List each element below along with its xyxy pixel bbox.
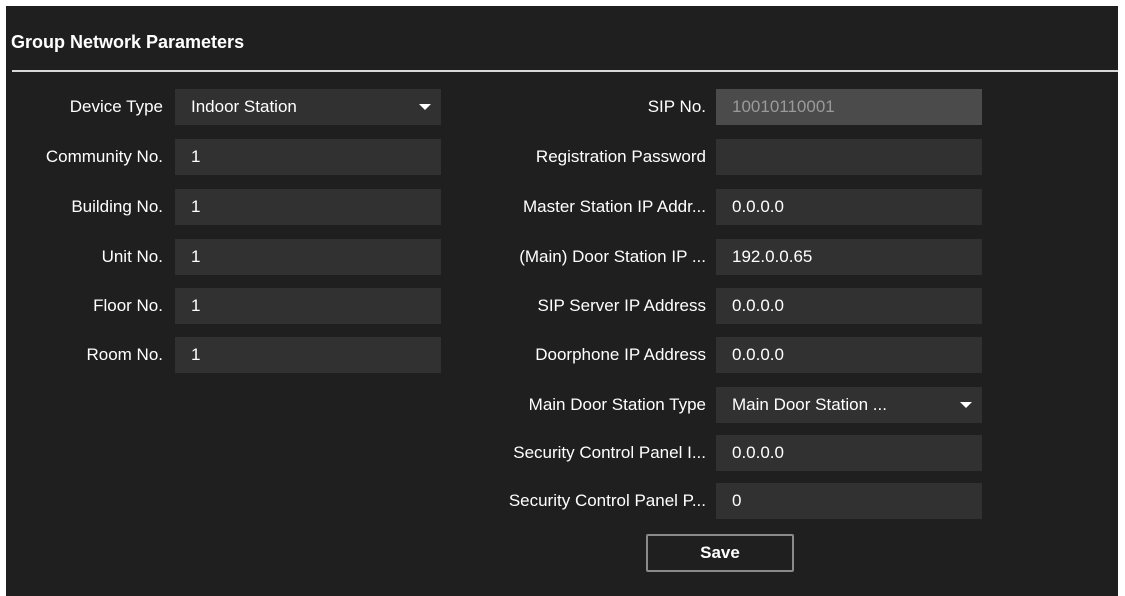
room-no-label: Room No. bbox=[86, 345, 163, 364]
security-control-panel-ip-label: Security Control Panel I... bbox=[513, 443, 706, 462]
main-door-station-type-label: Main Door Station Type bbox=[528, 395, 706, 414]
device-type-value: Indoor Station bbox=[191, 97, 297, 116]
chevron-down-icon bbox=[960, 402, 972, 408]
security-control-panel-ip-input[interactable]: 0.0.0.0 bbox=[716, 435, 982, 471]
main-door-station-type-select[interactable]: Main Door Station ... bbox=[716, 387, 982, 423]
save-button[interactable]: Save bbox=[646, 534, 794, 572]
sip-server-ip-input[interactable]: 0.0.0.0 bbox=[716, 288, 982, 324]
room-no-input[interactable]: 1 bbox=[175, 337, 441, 373]
building-no-label: Building No. bbox=[71, 197, 163, 216]
unit-no-label: Unit No. bbox=[101, 247, 163, 266]
sip-no-label: SIP No. bbox=[647, 97, 706, 116]
security-control-panel-port-input[interactable]: 0 bbox=[716, 483, 982, 519]
divider bbox=[12, 70, 1118, 72]
main-door-station-ip-input[interactable]: 192.0.0.65 bbox=[716, 239, 982, 275]
unit-no-input[interactable]: 1 bbox=[175, 239, 441, 275]
main-door-station-ip-label: (Main) Door Station IP ... bbox=[519, 247, 706, 266]
building-no-input[interactable]: 1 bbox=[175, 189, 441, 225]
floor-no-label: Floor No. bbox=[93, 296, 163, 315]
registration-password-label: Registration Password bbox=[535, 147, 706, 166]
sip-server-ip-label: SIP Server IP Address bbox=[537, 296, 706, 315]
doorphone-ip-label: Doorphone IP Address bbox=[535, 345, 706, 364]
sip-no-input: 10010110001 bbox=[716, 89, 982, 125]
group-network-parameters-panel: Group Network Parameters Device Type Ind… bbox=[6, 6, 1118, 596]
floor-no-input[interactable]: 1 bbox=[175, 288, 441, 324]
security-control-panel-port-label: Security Control Panel P... bbox=[508, 491, 706, 510]
doorphone-ip-input[interactable]: 0.0.0.0 bbox=[716, 337, 982, 373]
community-no-input[interactable]: 1 bbox=[175, 139, 441, 175]
device-type-label: Device Type bbox=[69, 97, 163, 116]
main-door-station-type-value: Main Door Station ... bbox=[732, 395, 887, 414]
registration-password-input[interactable] bbox=[716, 139, 982, 175]
master-station-ip-input[interactable]: 0.0.0.0 bbox=[716, 189, 982, 225]
community-no-label: Community No. bbox=[45, 147, 163, 166]
page-title: Group Network Parameters bbox=[11, 32, 245, 52]
master-station-ip-label: Master Station IP Addr... bbox=[522, 197, 706, 216]
device-type-select[interactable]: Indoor Station bbox=[175, 89, 441, 125]
